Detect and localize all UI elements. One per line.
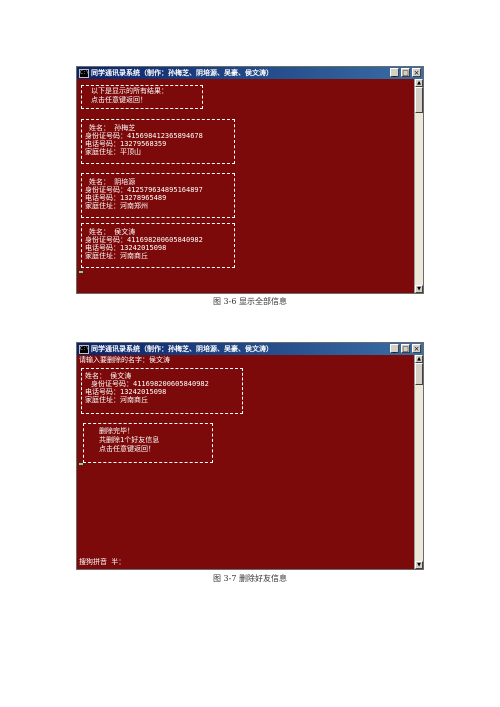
record-phone: 电话号码：13242015098 xyxy=(85,388,167,396)
record-id: 身份证号码：411698200605840982 xyxy=(91,380,209,388)
console-window-display-all: C:\ 同学通讯录系统（制作：孙梅芝、阴培源、吴豪、侯文涛） _ □ × 以下是… xyxy=(76,66,424,294)
scroll-thumb[interactable] xyxy=(415,87,423,113)
record-name: 姓名： 侯文涛 xyxy=(85,372,132,380)
console-window-delete: C:\ 同学通讯录系统（制作：孙梅芝、阴培源、吴豪、侯文涛） _ □ × 请输入… xyxy=(76,342,424,570)
minimize-button[interactable]: _ xyxy=(390,68,399,77)
maximize-button[interactable]: □ xyxy=(401,68,410,77)
record-address: 家庭住址：河南商丘 xyxy=(85,396,148,404)
console-output: 请输入要删除的名字：侯文涛 姓名： 侯文涛 身份证号码：411698200605… xyxy=(77,355,414,569)
result-line: 点击任意键返回！ xyxy=(99,445,155,453)
window-title: 同学通讯录系统（制作：孙梅芝、阴培源、吴豪、侯文涛） xyxy=(91,69,273,77)
record-name: 姓名： 侯文涛 xyxy=(89,228,136,236)
result-line: 共删除1个好友信息 xyxy=(99,436,160,444)
scroll-thumb[interactable] xyxy=(415,363,423,385)
record-name: 姓名： 孙梅芝 xyxy=(89,124,136,132)
ime-status: 搜狗拼音 半： xyxy=(79,558,126,566)
record-address: 家庭住址：河南商丘 xyxy=(85,252,148,260)
console-app-icon[interactable]: C:\ xyxy=(79,69,89,78)
scroll-up-icon[interactable]: ▲ xyxy=(415,355,423,363)
console-output: 以下是显示的所有结果： 点击任意键返回！ 姓名： 孙梅芝 身份证号码：41569… xyxy=(77,79,414,293)
window-title-bar[interactable]: C:\ 同学通讯录系统（制作：孙梅芝、阴培源、吴豪、侯文涛） _ □ × xyxy=(77,343,423,355)
record-id: 身份证号码：411698200605840982 xyxy=(85,236,203,244)
window-title-bar[interactable]: C:\ 同学通讯录系统（制作：孙梅芝、阴培源、吴豪、侯文涛） _ □ × xyxy=(77,67,423,79)
record-name: 姓名： 阴培源 xyxy=(89,178,136,186)
record-address: 家庭住址：河南郑州 xyxy=(85,202,148,210)
minimize-button[interactable]: _ xyxy=(390,344,399,353)
header-line: 以下是显示的所有结果： xyxy=(91,87,168,95)
record-id: 身份证号码：415698412365894678 xyxy=(85,132,203,140)
close-button[interactable]: × xyxy=(412,68,421,77)
scroll-down-icon[interactable]: ▼ xyxy=(415,561,423,569)
record-address: 家庭住址：平顶山 xyxy=(85,148,141,156)
text-cursor xyxy=(79,271,83,273)
figure-caption: 图 3-7 删除好友信息 xyxy=(213,574,287,583)
scroll-down-icon[interactable]: ▼ xyxy=(415,285,423,293)
text-cursor xyxy=(79,463,83,465)
close-button[interactable]: × xyxy=(412,344,421,353)
delete-prompt: 请输入要删除的名字：侯文涛 xyxy=(79,356,170,364)
scroll-up-icon[interactable]: ▲ xyxy=(415,79,423,87)
figure-caption: 图 3-6 显示全部信息 xyxy=(213,297,287,306)
record-phone: 电话号码：13242015098 xyxy=(85,244,167,252)
result-line: 删除完毕！ xyxy=(99,427,134,435)
console-app-icon[interactable]: C:\ xyxy=(79,345,89,354)
record-phone: 电话号码：13278965489 xyxy=(85,194,167,202)
window-title: 同学通讯录系统（制作：孙梅芝、阴培源、吴豪、侯文涛） xyxy=(91,345,273,353)
record-id: 身份证号码：412579634895164897 xyxy=(85,186,203,194)
header-line: 点击任意键返回！ xyxy=(91,96,147,104)
record-phone: 电话号码：13279568359 xyxy=(85,140,167,148)
vertical-scrollbar[interactable]: ▲ ▼ xyxy=(414,355,423,569)
maximize-button[interactable]: □ xyxy=(401,344,410,353)
vertical-scrollbar[interactable]: ▲ ▼ xyxy=(414,79,423,293)
